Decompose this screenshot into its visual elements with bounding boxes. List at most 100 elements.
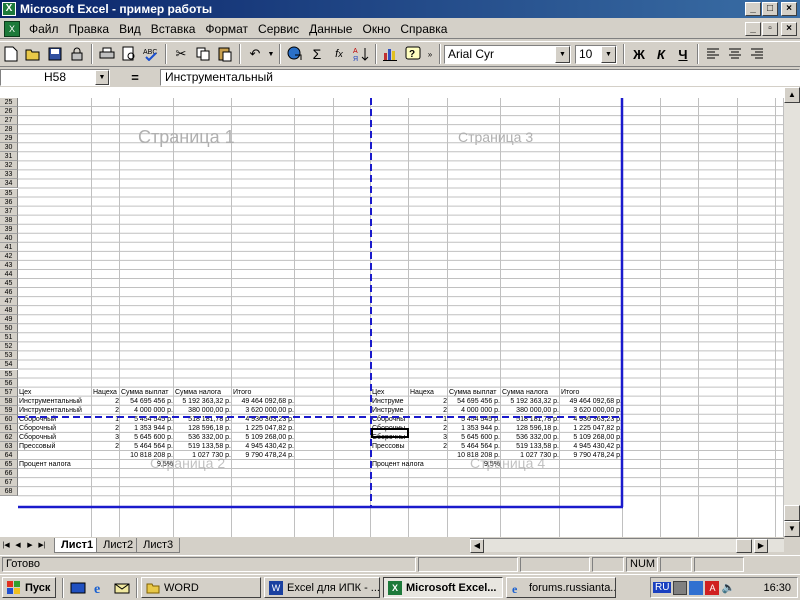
undo-icon[interactable]: ↶ [244,43,266,65]
align-right-icon[interactable] [746,43,768,65]
menu-window[interactable]: Окно [357,22,395,36]
table-cell[interactable]: 3 [93,433,120,442]
row-header-32[interactable]: 32 [0,161,18,171]
table-cell[interactable]: 4 000 000 р. [121,406,174,415]
row-header-38[interactable]: 38 [0,215,18,225]
table-cell[interactable]: Итого [233,388,295,397]
taskbar-forums-button[interactable]: e forums.russianta... [506,577,616,598]
table-cell[interactable]: Итого [561,388,623,397]
row-header-37[interactable]: 37 [0,206,18,216]
table-cell[interactable]: 519 133,58 р. [175,442,232,451]
chevron-down-icon[interactable]: ▼ [555,45,570,63]
paste-icon[interactable] [214,43,236,65]
table-cell[interactable]: Нацеха [410,388,448,397]
row-header-31[interactable]: 31 [0,152,18,162]
table-cell[interactable]: 518 181,78 р. [175,415,232,424]
table-cell[interactable]: 2 [93,406,120,415]
table-cell[interactable]: 536 332,00 р. [502,433,560,442]
table-cell[interactable]: 5 645 600 р. [449,433,501,442]
menu-format[interactable]: Формат [200,22,253,36]
row-header-46[interactable]: 46 [0,288,18,298]
table-cell[interactable]: 49 464 092,68 р. [233,397,295,406]
table-cell[interactable]: 2 [93,397,120,406]
formula-equals-icon[interactable]: = [110,70,160,85]
bold-button[interactable]: Ж [628,43,650,65]
table-cell[interactable]: Сумма налога [175,388,232,397]
table-cell[interactable]: 3 620 000,00 р. [233,406,295,415]
scroll-left-arrow-icon[interactable]: ◀ [470,539,484,553]
table-cell[interactable]: 1 225 047,82 р. [561,424,623,433]
scroll-up-arrow-icon[interactable]: ▲ [784,87,800,103]
row-header-49[interactable]: 49 [0,315,18,325]
table-cell[interactable]: 5 464 564 р. [121,442,174,451]
selected-cell-cursor[interactable] [371,428,409,438]
function-icon[interactable]: fx [328,43,350,65]
table-cell[interactable]: 1 353 944 р. [121,424,174,433]
cut-icon[interactable]: ✂ [170,43,192,65]
table-cell[interactable]: 2 [93,442,120,451]
name-box[interactable]: H58 ▼ [0,68,110,86]
menu-data[interactable]: Данные [304,22,357,36]
table-cell[interactable]: Инструментальный [19,397,92,406]
row-header-66[interactable]: 66 [0,469,18,479]
table-cell[interactable]: Прессовый [19,442,92,451]
row-header-33[interactable]: 33 [0,170,18,180]
table-cell[interactable]: 5 454 545 р. [449,415,501,424]
row-header-58[interactable]: 58 [0,396,18,406]
table-cell[interactable]: 3 [410,433,448,442]
row-header-52[interactable]: 52 [0,342,18,352]
row-header-65[interactable]: 65 [0,460,18,469]
permission-icon[interactable] [66,43,88,65]
formula-input[interactable]: Инструментальный [160,68,800,86]
network-tray-icon[interactable] [673,580,688,595]
table-cell[interactable]: 2 [410,406,448,415]
row-header-34[interactable]: 34 [0,179,18,189]
row-header-39[interactable]: 39 [0,224,18,234]
table-cell[interactable]: 2 [93,424,120,433]
save-icon[interactable] [44,43,66,65]
table-cell[interactable]: Инструме [372,406,409,415]
table-cell[interactable]: 1 353 944 р. [449,424,501,433]
print-preview-icon[interactable] [118,43,140,65]
table-cell[interactable]: 518 181,78 р. [502,415,560,424]
table-cell[interactable]: Прессовы [372,442,409,451]
menu-edit[interactable]: Правка [64,22,115,36]
last-sheet-arrow-icon[interactable]: ▶| [36,539,48,552]
print-icon[interactable] [96,43,118,65]
first-sheet-arrow-icon[interactable]: |◀ [0,539,12,552]
table-cell[interactable]: 1 [93,415,120,424]
taskbar-excel-ipk-button[interactable]: W Excel для ИПК - ... [264,577,380,598]
sort-ascending-icon[interactable]: АЯ [350,43,372,65]
table-cell[interactable]: 4 000 000 р. [449,406,501,415]
sheet-tab-1[interactable]: Лист1 [54,537,101,553]
table-cell[interactable]: 5 645 600 р. [121,433,174,442]
row-header-40[interactable]: 40 [0,233,18,243]
table-cell[interactable]: Сборочный [19,433,92,442]
row-header-59[interactable]: 59 [0,405,18,415]
table-cell[interactable]: Инструме [372,397,409,406]
row-header-43[interactable]: 43 [0,260,18,270]
table-cell[interactable]: 380 000,00 р. [502,406,560,415]
table-cell[interactable]: 4 945 430,42 р. [561,442,623,451]
row-header-64[interactable]: 64 [0,450,18,460]
table-cell[interactable]: 1 225 047,82 р. [233,424,295,433]
autosum-icon[interactable]: Σ [306,43,328,65]
row-header-55[interactable]: 55 [0,369,18,379]
table-cell[interactable]: Сумма выплат [449,388,501,397]
table-cell[interactable]: 128 596,18 р. [502,424,560,433]
table-cell[interactable]: 5 109 268,00 р. [233,433,295,442]
start-button[interactable]: Пуск [2,577,56,598]
doc-restore-button[interactable]: ▫ [762,21,778,36]
open-folder-icon[interactable] [22,43,44,65]
menu-view[interactable]: Вид [114,22,146,36]
antivirus-tray-icon[interactable]: A [705,580,720,595]
row-header-56[interactable]: 56 [0,378,18,388]
row-header-35[interactable]: 35 [0,188,18,198]
scroll-right-arrow-icon[interactable]: ▶ [754,539,768,553]
table-cell[interactable]: Цех [372,388,409,397]
copy-icon[interactable] [192,43,214,65]
table-cell[interactable]: 1 [410,415,448,424]
hyperlink-icon[interactable] [284,43,306,65]
table-cell[interactable]: 5 464 564 р. [449,442,501,451]
table-cell[interactable]: Цех [19,388,92,397]
